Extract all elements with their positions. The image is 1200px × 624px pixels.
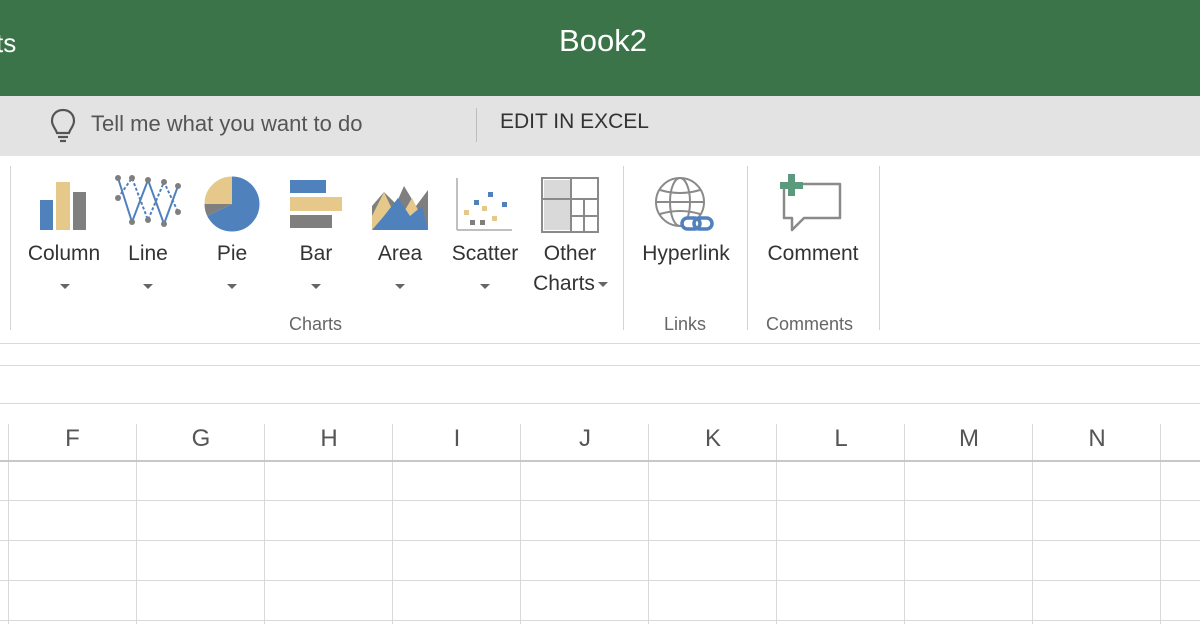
tell-me-input[interactable]: Tell me what you want to do [91,111,362,137]
pie-chart-button[interactable]: Pie [196,170,268,300]
edit-in-excel-button[interactable]: EDIT IN EXCEL [500,110,649,134]
grid-line [264,424,265,624]
title-bar: ts Book2 [0,0,1200,96]
column-header-h[interactable]: H [265,424,393,460]
ribbon-divider [623,166,624,330]
column-header-g[interactable]: G [137,424,265,460]
bar-chart-button[interactable]: Bar [280,170,352,300]
chevron-down-icon [395,284,405,289]
grid-line [904,424,905,624]
column-header-i[interactable]: I [393,424,521,460]
tell-bar-divider [476,108,477,142]
column-header-l[interactable]: L [777,424,905,460]
area-chart-icon [372,186,428,230]
grid-line [136,424,137,624]
ribbon-divider [879,166,880,330]
chevron-down-icon [311,284,321,289]
comment-icon [780,174,842,232]
row-line [0,620,1200,621]
scatter-label: Scatter [451,242,519,265]
ribbon-divider [747,166,748,330]
grid-line [776,424,777,624]
row-line [0,500,1200,501]
document-title: Book2 [559,23,647,58]
row-line [0,580,1200,581]
chevron-down-icon [480,284,490,289]
column-chart-icon [40,182,86,230]
chevron-down-icon [143,284,153,289]
other-charts-button[interactable]: Other Charts [528,170,612,300]
column-label: Column [27,242,101,265]
column-header-k[interactable]: K [649,424,777,460]
ribbon-bottom-border [0,343,1200,344]
bar-label: Bar [299,242,333,265]
ribbon-divider [10,166,11,330]
line-label: Line [128,242,168,265]
row-line [0,540,1200,541]
lightbulb-icon[interactable] [50,108,76,144]
column-header-m[interactable]: M [905,424,1033,460]
formula-bar-bottom [0,403,1200,404]
pie-label: Pie [216,242,248,265]
area-chart-button[interactable]: Area [364,170,436,300]
chevron-down-icon [227,284,237,289]
column-header-border [0,460,1200,462]
hyperlink-label: Hyperlink [642,242,730,265]
grid-line [648,424,649,624]
column-header-f[interactable]: F [8,424,137,460]
column-header-n[interactable]: N [1033,424,1161,460]
bar-chart-icon [290,180,342,228]
insert-ribbon: Column Line Pie Bar Area Scatter Other C… [0,156,1200,344]
chevron-down-icon [60,284,70,289]
grid-line [392,424,393,624]
comment-label: Comment [767,242,859,265]
grid-line [1160,424,1161,624]
scatter-chart-button[interactable]: Scatter [446,170,524,300]
formula-bar-top [0,365,1200,366]
hyperlink-icon [655,177,714,231]
grid-line [520,424,521,624]
column-chart-button[interactable]: Column [22,170,106,300]
other-charts-icon [541,177,599,233]
links-group-label: Links [664,314,707,334]
grid-line [8,424,9,624]
area-label: Area [377,242,423,265]
other-charts-label-line1: Other [543,242,597,265]
hyperlink-button[interactable]: Hyperlink [634,170,738,280]
comment-button[interactable]: Comment [758,170,868,280]
line-chart-button[interactable]: Line [110,170,186,300]
pie-chart-icon [203,175,261,233]
scatter-chart-icon [456,178,512,231]
other-charts-label-line2: Charts [533,272,595,295]
chevron-down-icon [598,282,608,287]
charts-group-label: Charts [289,314,343,334]
column-header-j[interactable]: J [521,424,649,460]
comments-group-label: Comments [766,314,854,334]
grid-line [1032,424,1033,624]
line-chart-icon [115,175,181,227]
